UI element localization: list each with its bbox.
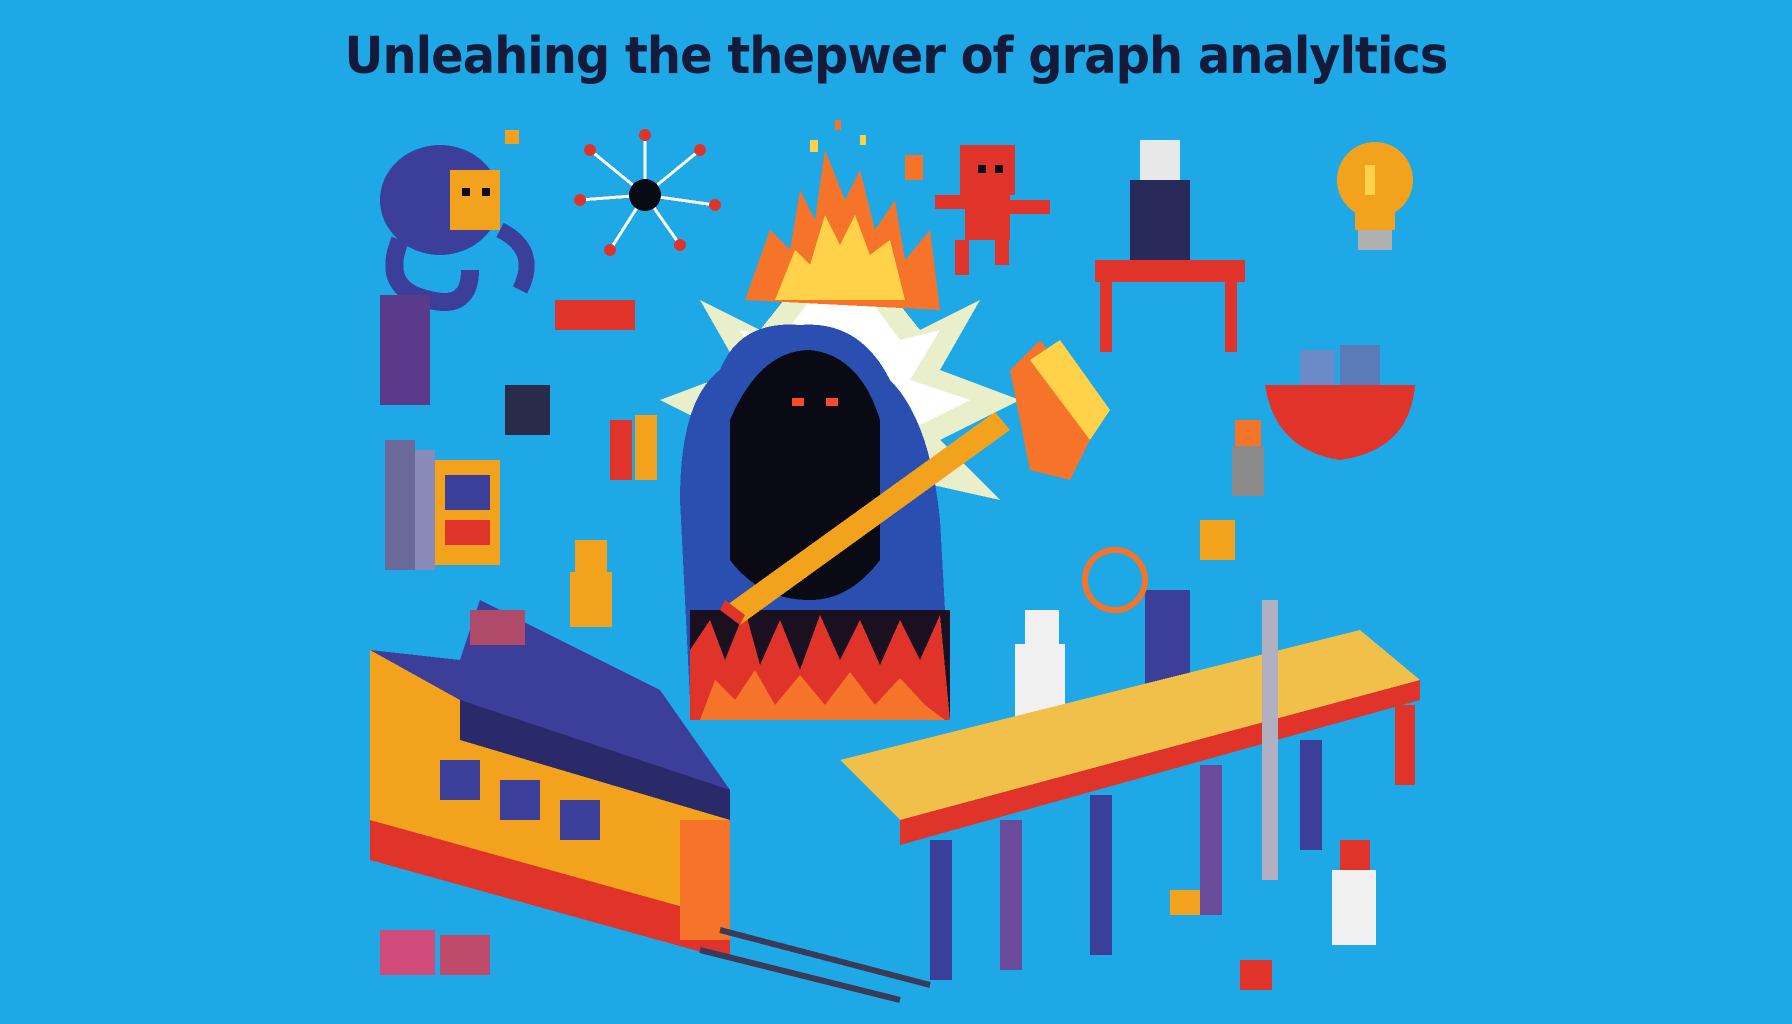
lightbulb [1337, 142, 1413, 250]
left-creature [380, 295, 430, 405]
small-robot [505, 385, 550, 435]
network-node [574, 129, 721, 256]
fire [745, 120, 940, 310]
octopus-creature [380, 130, 535, 311]
bowl [1265, 345, 1415, 460]
red-creature [935, 145, 1050, 275]
illustration-canvas: Unleahing the thepwer of graph analyltic… [0, 0, 1792, 1024]
pixel-art-scene [370, 120, 1420, 1003]
books [385, 440, 500, 570]
